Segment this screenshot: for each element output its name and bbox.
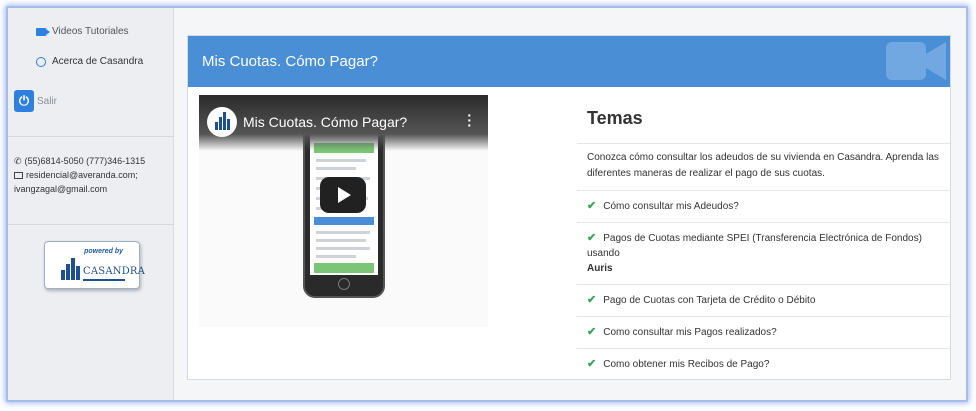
topic-text: Como obtener mis Recibos de Pago?	[603, 359, 770, 370]
logout-button[interactable]: ⏻ Salir	[14, 90, 57, 112]
topic-item[interactable]: ✔ Pago de Cuotas con Tarjeta de Crédito o…	[577, 285, 950, 317]
app-frame: Videos Tutoriales Acerca de Casandra ⏻ S…	[8, 8, 966, 400]
power-icon: ⏻	[14, 90, 34, 112]
contact-email-2[interactable]: ivangzagal@gmail.com	[14, 182, 107, 196]
logout-label: Salir	[37, 95, 58, 107]
powered-by-badge[interactable]: powered by CASANDRA	[44, 241, 145, 289]
play-button[interactable]	[320, 177, 366, 213]
panel-title: Mis Cuotas. Cómo Pagar?	[202, 53, 378, 70]
powered-by-caption: powered by	[84, 248, 123, 255]
brand-underline	[83, 279, 125, 281]
smile-icon	[36, 56, 46, 67]
divider	[8, 136, 174, 137]
sidebar-item-videos[interactable]: Videos Tutoriales	[36, 26, 129, 37]
sidebar-item-about[interactable]: Acerca de Casandra	[36, 56, 143, 67]
topic-text: Pagos de Cuotas mediante SPEI (Transfere…	[587, 233, 922, 259]
video-title-bar: Mis Cuotas. Cómo Pagar? · · ·	[199, 95, 488, 151]
panel-header: Mis Cuotas. Cómo Pagar?	[188, 36, 950, 87]
contact-info: ✆ (55)6814-5050 (777)346-1315 residencia…	[14, 154, 145, 196]
topics-intro: Conozca cómo consultar los adeudos de su…	[577, 144, 950, 191]
video-title[interactable]: Mis Cuotas. Cómo Pagar?	[243, 114, 407, 130]
sidebar: Videos Tutoriales Acerca de Casandra ⏻ S…	[8, 8, 174, 400]
check-icon: ✔	[587, 200, 597, 212]
sidebar-item-label: Videos Tutoriales	[52, 26, 129, 37]
phone-icon: ✆	[14, 156, 22, 166]
more-options-icon[interactable]: · · ·	[467, 108, 472, 132]
contact-phones: (55)6814-5050 (777)346-1315	[24, 156, 146, 166]
brand-name: CASANDRA	[83, 266, 146, 277]
topics-heading: Temas	[577, 96, 950, 144]
topic-text: Cómo consultar mis Adeudos?	[603, 201, 739, 212]
topic-item[interactable]: ✔ Como obtener mis Recibos de Pago?	[577, 349, 950, 380]
topic-item[interactable]: ✔ Como consultar mis Pagos realizados?	[577, 317, 950, 349]
content-panel: Mis Cuotas. Cómo Pagar? Mis Cuotas. Cómo…	[187, 35, 951, 380]
check-icon: ✔	[587, 358, 597, 370]
check-icon: ✔	[587, 232, 597, 244]
topic-text: Como consultar mis Pagos realizados?	[603, 327, 777, 338]
video-camera-icon	[886, 42, 946, 80]
check-icon: ✔	[587, 294, 597, 306]
check-icon: ✔	[587, 326, 597, 338]
topic-item[interactable]: ✔ Cómo consultar mis Adeudos?	[577, 191, 950, 223]
sidebar-item-label: Acerca de Casandra	[52, 56, 144, 67]
topic-item[interactable]: ✔ Pagos de Cuotas mediante SPEI (Transfer…	[577, 223, 950, 285]
topics-section: Temas Conozca cómo consultar los adeudos…	[577, 96, 950, 380]
video-player[interactable]: Mis Cuotas. Cómo Pagar? · · ·	[199, 95, 488, 327]
contact-email[interactable]: residencial@averanda.com;	[26, 168, 138, 182]
divider	[8, 224, 174, 225]
envelope-icon	[14, 171, 23, 179]
topic-text: Pago de Cuotas con Tarjeta de Crédito o …	[603, 295, 816, 306]
casandra-logo-icon	[61, 258, 80, 280]
topic-bold: Auris	[587, 263, 613, 274]
channel-logo-icon	[207, 107, 237, 137]
video-camera-icon	[36, 27, 50, 36]
